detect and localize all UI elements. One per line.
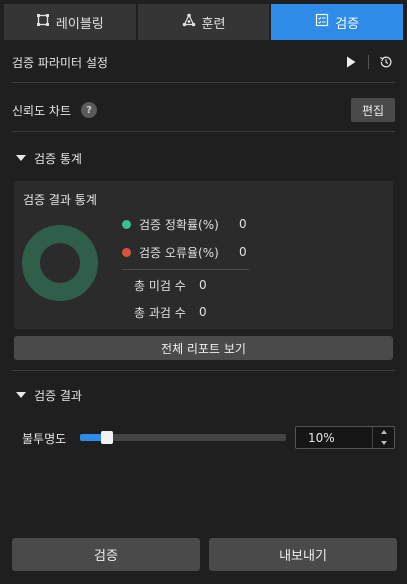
validation-params-title: 검증 파라미터 설정 xyxy=(12,55,108,70)
opacity-label: 불투명도 xyxy=(22,432,67,446)
divider xyxy=(12,82,395,83)
spin-arrows xyxy=(372,427,394,448)
chevron-up-icon xyxy=(380,430,387,435)
opacity-row: 불투명도 xyxy=(0,426,407,450)
donut-ring xyxy=(22,225,98,301)
validation-stats-section-header[interactable]: 검증 통계 xyxy=(16,148,82,168)
toolbar-divider xyxy=(368,55,369,69)
tab-training[interactable]: 훈련 xyxy=(137,4,270,40)
error-label: 검증 오류율(%) xyxy=(139,245,219,260)
confidence-chart-row: 신뢰도 차트 ? 편집 xyxy=(0,92,407,128)
spin-up-button[interactable] xyxy=(373,427,394,438)
collapse-triangle-icon xyxy=(16,392,26,398)
history-icon[interactable] xyxy=(377,53,395,71)
tab-training-label: 훈련 xyxy=(201,16,226,32)
validation-results-title: 검증 결과 xyxy=(34,388,82,403)
confidence-chart-label: 신뢰도 차트 xyxy=(12,103,72,118)
error-dot-icon xyxy=(122,247,131,257)
labeling-frame-icon xyxy=(36,13,50,31)
over-label: 총 과검 수 xyxy=(134,305,186,320)
divider xyxy=(12,131,395,132)
network-nodes-icon xyxy=(182,13,196,31)
error-value: 0 xyxy=(239,245,247,259)
validate-button[interactable]: 검증 xyxy=(12,538,200,571)
legend-error: 검증 오류율(%) xyxy=(122,243,219,261)
accuracy-value: 0 xyxy=(239,217,247,231)
full-report-button[interactable]: 전체 리포트 보기 xyxy=(14,336,393,360)
top-tab-bar: 레이블링 훈련 검증 xyxy=(4,4,404,40)
missed-value: 0 xyxy=(199,278,207,292)
validation-results-section-header[interactable]: 검증 결과 xyxy=(16,385,82,405)
over-count-row: 총 과검 수 xyxy=(134,303,186,321)
validation-stats-title: 검증 통계 xyxy=(34,151,82,166)
chevron-down-icon xyxy=(380,440,387,445)
validation-donut-chart xyxy=(22,225,98,301)
spin-down-button[interactable] xyxy=(373,438,394,449)
collapse-triangle-icon xyxy=(16,155,26,161)
divider xyxy=(12,370,395,371)
validation-stats-panel: 검증 결과 통계 검증 정확률(%) 0 검증 오류율(%) 0 총 미검 수 … xyxy=(14,181,393,329)
missed-count-row: 총 미검 수 xyxy=(134,276,186,294)
help-icon[interactable]: ? xyxy=(81,102,98,118)
tab-labeling-label: 레이블링 xyxy=(55,16,104,32)
over-value: 0 xyxy=(199,305,207,319)
opacity-spinbox xyxy=(295,426,395,449)
opacity-slider[interactable] xyxy=(80,431,286,444)
edit-button[interactable]: 편집 xyxy=(351,98,395,122)
validation-stats-box-title: 검증 결과 통계 xyxy=(23,193,97,207)
missed-label: 총 미검 수 xyxy=(134,278,186,293)
opacity-slider-thumb[interactable] xyxy=(101,431,113,444)
tab-labeling[interactable]: 레이블링 xyxy=(4,4,136,40)
opacity-input[interactable] xyxy=(296,427,372,448)
play-icon[interactable] xyxy=(342,53,360,71)
validation-params-row: 검증 파라미터 설정 xyxy=(0,44,407,80)
checklist-icon xyxy=(315,13,329,31)
legend-accuracy: 검증 정확률(%) xyxy=(122,215,219,233)
stats-divider xyxy=(122,269,249,270)
accuracy-dot-icon xyxy=(122,219,131,229)
export-button[interactable]: 내보내기 xyxy=(209,538,397,571)
accuracy-label: 검증 정확률(%) xyxy=(139,217,219,232)
tab-validation[interactable]: 검증 xyxy=(271,4,404,40)
tab-validation-label: 검증 xyxy=(335,16,360,32)
